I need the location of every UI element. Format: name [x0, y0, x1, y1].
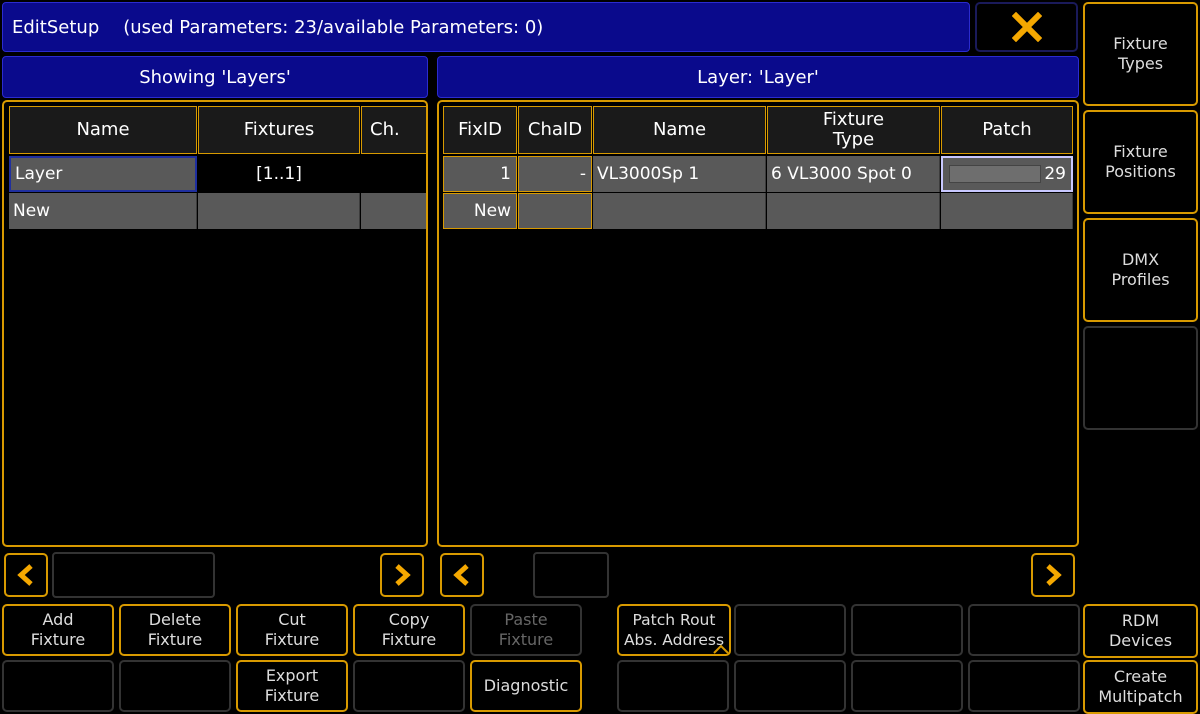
column-header-fixtures[interactable]: Fixtures [198, 106, 360, 154]
paste-fixture-button[interactable]: Paste Fixture [470, 604, 582, 656]
parameter-info: (used Parameters: 23/available Parameter… [123, 16, 544, 38]
window-title: EditSetup [12, 16, 100, 38]
column-header-channels[interactable]: Ch. [361, 106, 426, 154]
right-scroll-right-button[interactable] [1031, 553, 1075, 597]
fixture-name-cell[interactable]: VL3000Sp 1 [593, 156, 766, 192]
column-header-name[interactable]: Name [9, 106, 197, 154]
fixture-types-button[interactable]: Fixture Types [1083, 2, 1198, 106]
cut-fixture-button[interactable]: Cut Fixture [236, 604, 348, 656]
empty-button-r1-9[interactable] [968, 604, 1080, 656]
fixture-type-cell[interactable]: 6 VL3000 Spot 0 [767, 156, 940, 192]
empty-button-r2-1[interactable] [2, 660, 114, 712]
patch-rout-button[interactable]: Patch Rout Abs. Address [617, 604, 731, 656]
caret-up-icon [713, 644, 729, 654]
empty-button-r1-7[interactable] [734, 604, 846, 656]
chevron-left-icon [453, 564, 469, 586]
left-scroll-right-button[interactable] [380, 553, 424, 597]
patch-rout-label: Patch Rout Abs. Address [623, 611, 725, 649]
fixture-types-label: Fixture Types [1113, 34, 1168, 73]
layer-detail-header: Layer: 'Layer' [437, 56, 1079, 98]
patch-edit-field [949, 165, 1041, 183]
new-fixture-cell[interactable]: New [443, 193, 517, 229]
layers-table: Name Fixtures Ch. Layer [1..1] New [2, 100, 428, 547]
fixture-positions-button[interactable]: Fixture Positions [1083, 110, 1198, 214]
new-layer-cell[interactable]: New [9, 193, 197, 229]
patch-cell[interactable]: 29 [941, 156, 1073, 192]
empty-button-r2-4[interactable] [353, 660, 465, 712]
layer-name-cell[interactable]: Layer [9, 156, 197, 192]
empty-button-r2-8[interactable] [851, 660, 963, 712]
empty-button-r1-8[interactable] [851, 604, 963, 656]
add-fixture-button[interactable]: Add Fixture [2, 604, 114, 656]
export-fixture-button[interactable]: Export Fixture [236, 660, 348, 712]
new-type-cell[interactable] [767, 193, 940, 229]
close-icon [1011, 12, 1042, 42]
empty-button-r2-9[interactable] [968, 660, 1080, 712]
close-button[interactable] [975, 2, 1078, 52]
empty-button-r2-2[interactable] [119, 660, 231, 712]
chevron-right-icon [395, 564, 411, 586]
new-name-cell[interactable] [593, 193, 766, 229]
new-layer-fixtures-cell[interactable] [198, 193, 360, 229]
patch-value: 29 [1044, 164, 1066, 184]
right-scroll-left-button[interactable] [440, 553, 484, 597]
empty-button-r2-7[interactable] [734, 660, 846, 712]
layers-header: Showing 'Layers' [2, 56, 428, 98]
new-chaid-cell[interactable] [518, 193, 592, 229]
column-header-fixture-type[interactable]: Fixture Type [767, 106, 940, 154]
chevron-right-icon [1046, 564, 1062, 586]
layer-channels-cell[interactable] [361, 156, 426, 192]
fixid-cell[interactable]: 1 [443, 156, 517, 192]
copy-fixture-button[interactable]: Copy Fixture [353, 604, 465, 656]
left-scrollbar-thumb[interactable] [52, 552, 215, 598]
column-header-name[interactable]: Name [593, 106, 766, 154]
title-bar: EditSetup (used Parameters: 23/available… [2, 2, 970, 52]
column-header-patch[interactable]: Patch [941, 106, 1073, 154]
right-scrollbar-thumb[interactable] [533, 552, 609, 598]
dmx-profiles-button[interactable]: DMX Profiles [1083, 218, 1198, 322]
rdm-devices-button[interactable]: RDM Devices [1083, 604, 1198, 658]
delete-fixture-button[interactable]: Delete Fixture [119, 604, 231, 656]
dmx-profiles-label: DMX Profiles [1111, 250, 1170, 289]
fixtures-table: FixID ChaID Name Fixture Type Patch 1 - … [437, 100, 1079, 547]
column-header-fixid[interactable]: FixID [443, 106, 517, 154]
new-patch-cell[interactable] [941, 193, 1073, 229]
fixture-positions-label: Fixture Positions [1105, 142, 1176, 181]
empty-side-button[interactable] [1083, 326, 1198, 430]
column-header-chaid[interactable]: ChaID [518, 106, 592, 154]
left-scroll-left-button[interactable] [4, 553, 48, 597]
layer-fixtures-cell[interactable]: [1..1] [198, 156, 360, 192]
chevron-left-icon [17, 564, 33, 586]
new-layer-channels-cell[interactable] [361, 193, 426, 229]
diagnostic-button[interactable]: Diagnostic [470, 660, 582, 712]
chaid-cell[interactable]: - [518, 156, 592, 192]
empty-button-r2-6[interactable] [617, 660, 729, 712]
create-multipatch-button[interactable]: Create Multipatch [1083, 660, 1198, 714]
